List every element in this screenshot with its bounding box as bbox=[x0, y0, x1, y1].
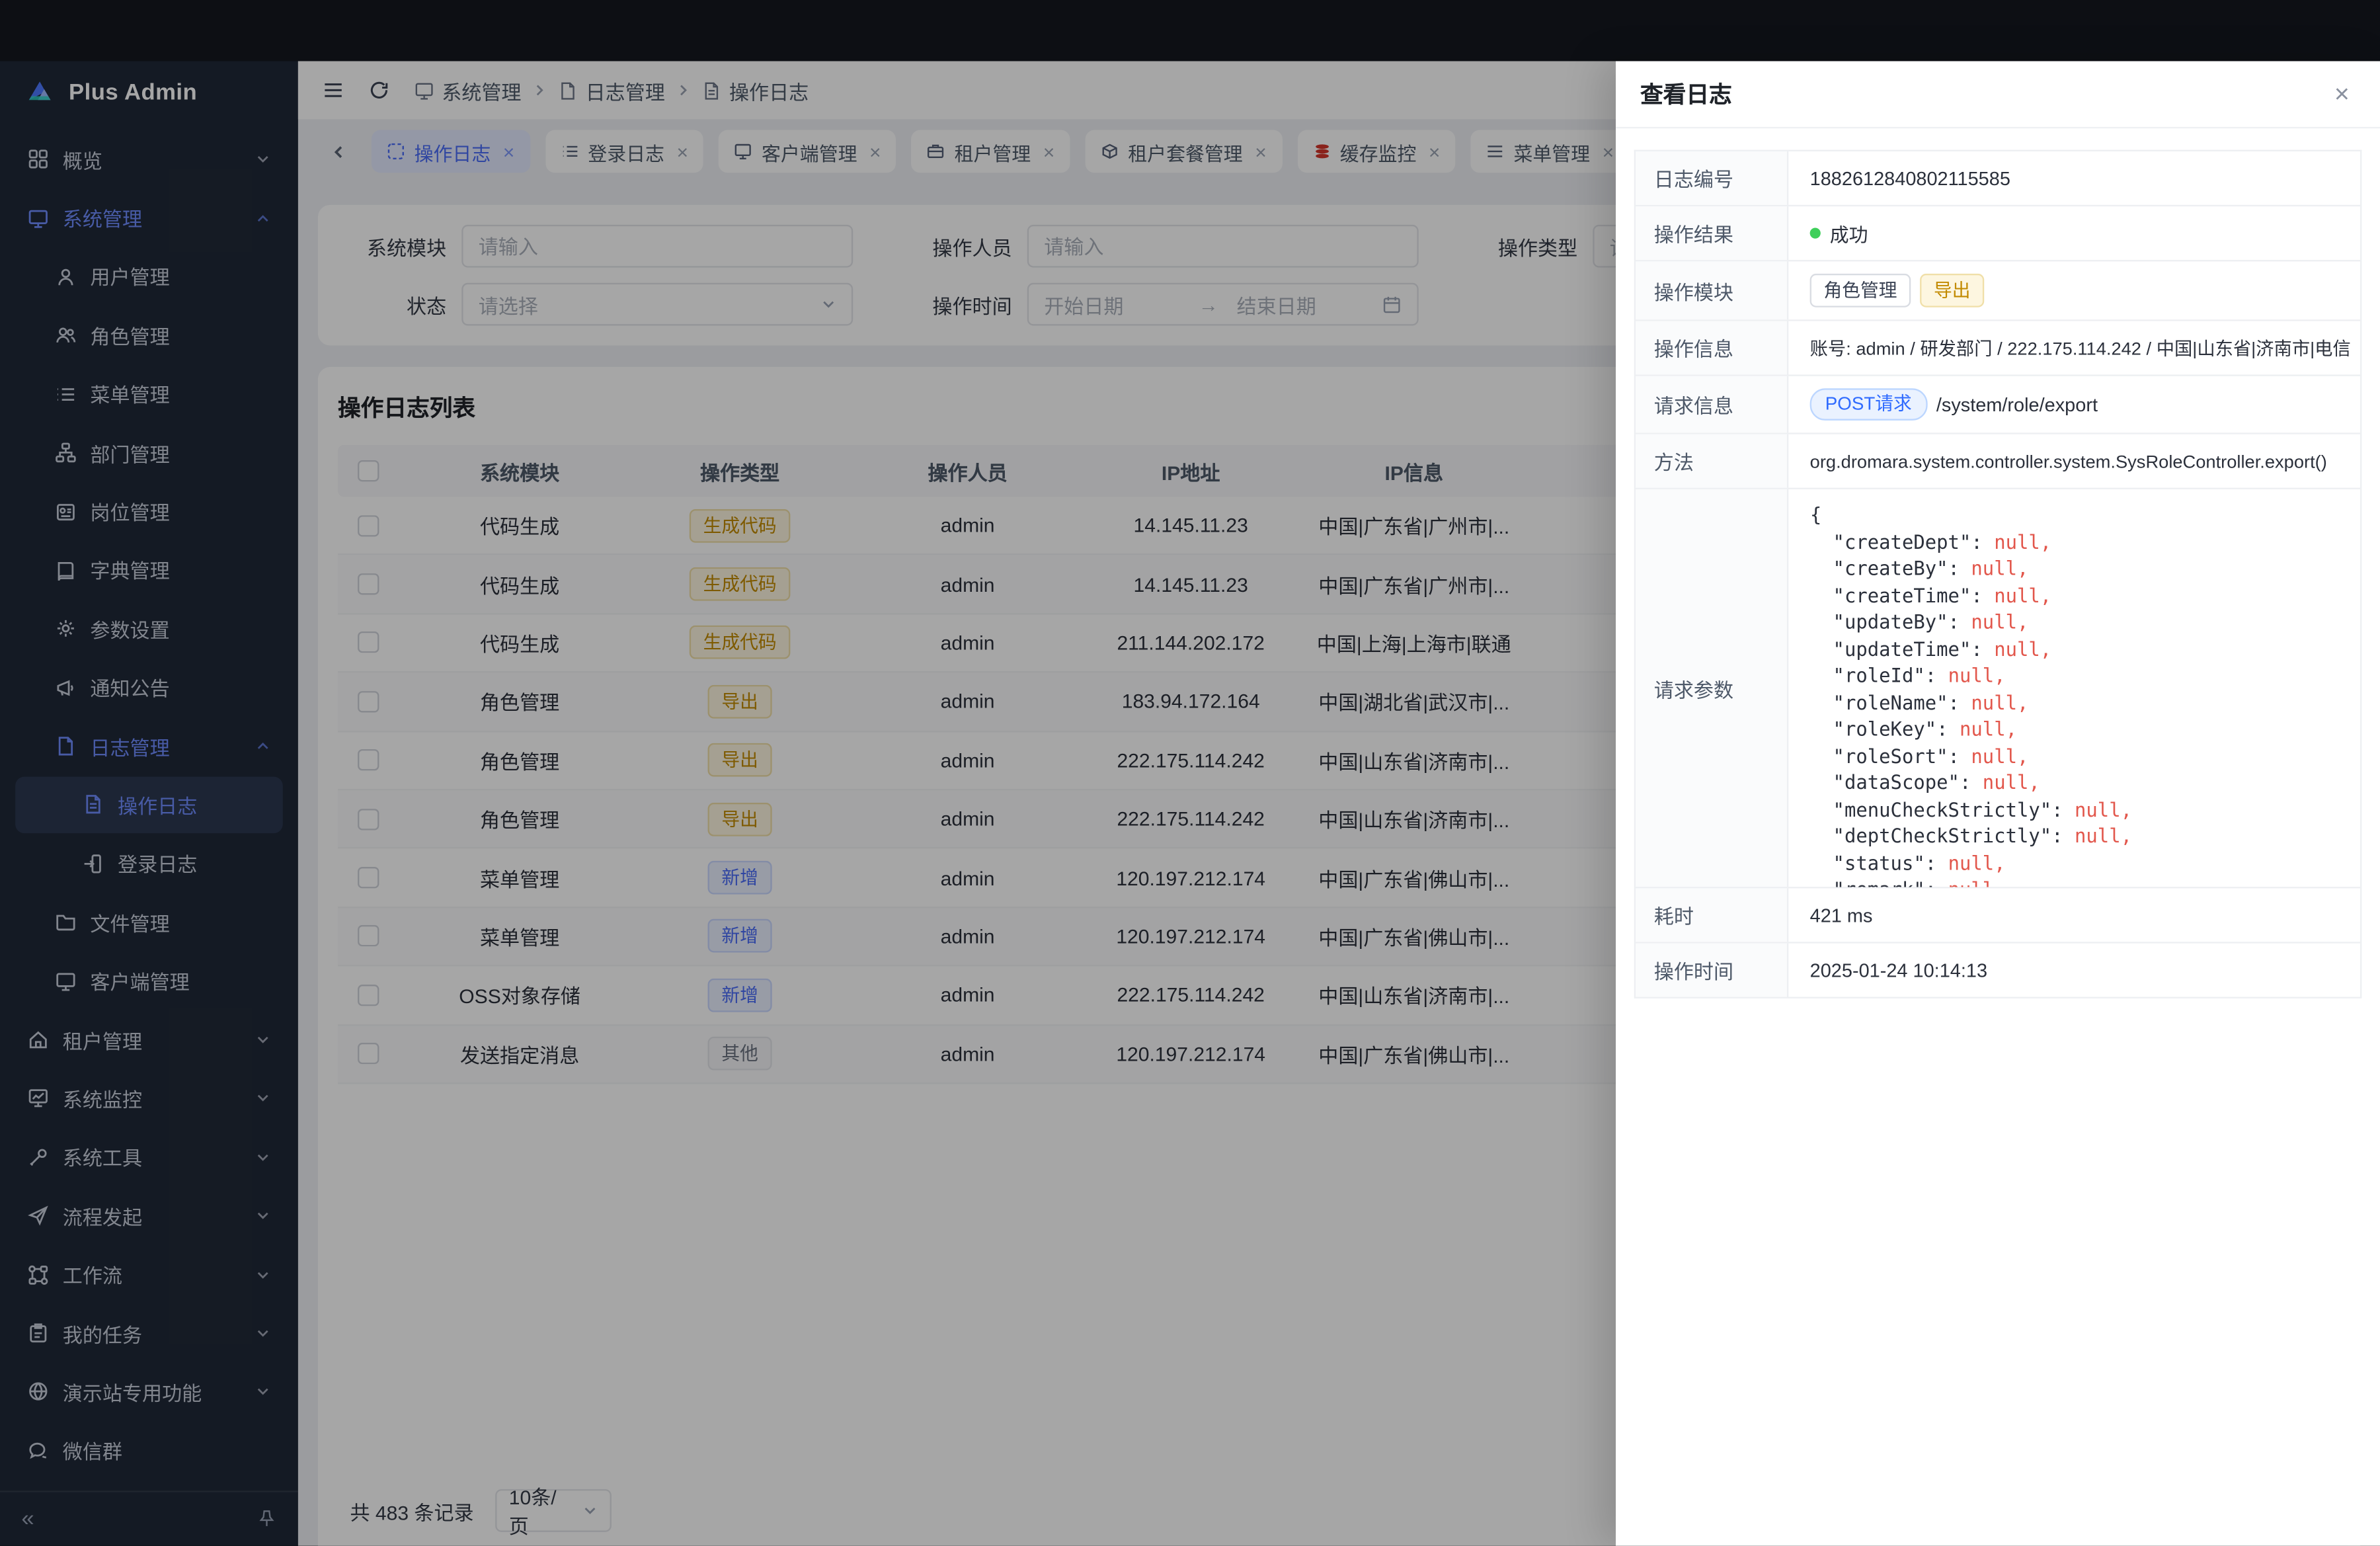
json-line: "roleKey": null, bbox=[1810, 715, 2352, 742]
json-line: "remark": null, bbox=[1810, 876, 2352, 887]
detail-label: 请求参数 bbox=[1636, 489, 1788, 887]
drawer-header: 查看日志 × bbox=[1616, 61, 2380, 128]
detail-label: 操作时间 bbox=[1636, 944, 1788, 997]
detail-value: 1882612840802115585 bbox=[1788, 151, 2360, 205]
json-open-brace: { bbox=[1810, 501, 2352, 528]
json-line: "deptCheckStrictly": null, bbox=[1810, 823, 2352, 849]
detail-row-method: 方法 org.dromara.system.controller.system.… bbox=[1636, 434, 2360, 489]
json-line: "roleId": null, bbox=[1810, 662, 2352, 688]
json-line: "createDept": null, bbox=[1810, 528, 2352, 555]
json-line: "createTime": null, bbox=[1810, 582, 2352, 608]
close-icon[interactable]: × bbox=[2328, 78, 2356, 110]
json-line: "dataScope": null, bbox=[1810, 769, 2352, 795]
screen: Plus Admin 概览 系统管理 用户管理 角色管理 菜单管理 部门管理 岗… bbox=[0, 0, 2380, 1546]
detail-value: 账号: admin / 研发部门 / 222.175.114.242 / 中国|… bbox=[1788, 321, 2360, 375]
detail-row-module: 操作模块 角色管理 导出 bbox=[1636, 261, 2360, 321]
log-detail-table: 日志编号 1882612840802115585 操作结果 成功 操作模块 角色… bbox=[1634, 150, 2362, 998]
detail-label: 日志编号 bbox=[1636, 151, 1788, 205]
detail-label: 耗时 bbox=[1636, 888, 1788, 942]
detail-label: 操作信息 bbox=[1636, 321, 1788, 375]
drawer-title: 查看日志 bbox=[1640, 78, 1732, 110]
module-tag: 角色管理 bbox=[1810, 274, 1911, 307]
detail-value: 成功 bbox=[1788, 206, 2360, 260]
detail-value: 421 ms bbox=[1788, 888, 2360, 942]
json-line: "updateTime": null, bbox=[1810, 635, 2352, 662]
http-method-tag: POST请求 bbox=[1810, 388, 1927, 421]
detail-value: 角色管理 导出 bbox=[1788, 261, 2360, 319]
detail-value: org.dromara.system.controller.system.Sys… bbox=[1788, 434, 2360, 488]
detail-value: 2025-01-24 10:14:13 bbox=[1788, 944, 2360, 997]
detail-row-info: 操作信息 账号: admin / 研发部门 / 222.175.114.242 … bbox=[1636, 321, 2360, 376]
detail-row-params: 请求参数 {"createDept": null,"createBy": nul… bbox=[1636, 489, 2360, 888]
detail-value: {"createDept": null,"createBy": null,"cr… bbox=[1788, 489, 2360, 887]
detail-label: 操作结果 bbox=[1636, 206, 1788, 260]
detail-label: 操作模块 bbox=[1636, 261, 1788, 319]
detail-row-cost: 耗时 421 ms bbox=[1636, 888, 2360, 943]
drawer-body: 日志编号 1882612840802115585 操作结果 成功 操作模块 角色… bbox=[1616, 128, 2380, 1545]
detail-label: 方法 bbox=[1636, 434, 1788, 488]
detail-row-result: 操作结果 成功 bbox=[1636, 206, 2360, 261]
json-line: "roleName": null, bbox=[1810, 689, 2352, 715]
success-dot-icon bbox=[1810, 228, 1821, 239]
request-params-code[interactable]: {"createDept": null,"createBy": null,"cr… bbox=[1788, 489, 2360, 887]
detail-label: 请求信息 bbox=[1636, 376, 1788, 433]
result-text: 成功 bbox=[1830, 219, 1868, 248]
json-line: "roleSort": null, bbox=[1810, 743, 2352, 769]
json-line: "menuCheckStrictly": null, bbox=[1810, 796, 2352, 823]
json-line: "status": null, bbox=[1810, 849, 2352, 875]
detail-row-time: 操作时间 2025-01-24 10:14:13 bbox=[1636, 944, 2360, 998]
detail-row-log-id: 日志编号 1882612840802115585 bbox=[1636, 151, 2360, 206]
detail-value: POST请求 /system/role/export bbox=[1788, 376, 2360, 433]
request-url: /system/role/export bbox=[1936, 393, 2098, 415]
json-line: "createBy": null, bbox=[1810, 555, 2352, 581]
operation-type-tag: 导出 bbox=[1920, 274, 1984, 307]
view-log-drawer: 查看日志 × 日志编号 1882612840802115585 操作结果 成功 … bbox=[1616, 61, 2380, 1545]
json-line: "updateBy": null, bbox=[1810, 608, 2352, 635]
detail-row-request: 请求信息 POST请求 /system/role/export bbox=[1636, 376, 2360, 434]
